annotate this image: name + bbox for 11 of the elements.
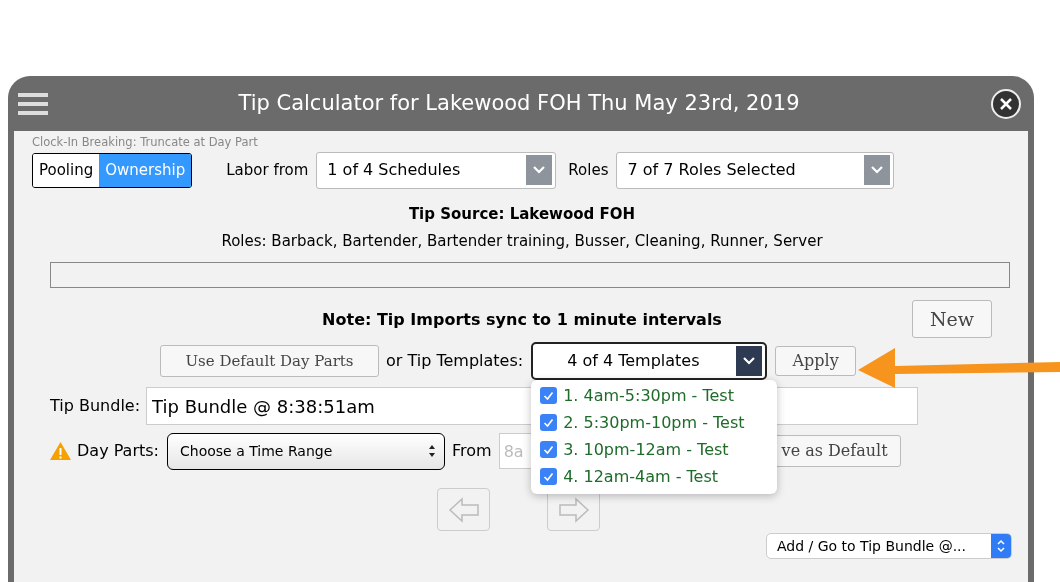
window-title: Tip Calculator for Lakewood FOH Thu May 23rd, 2019 — [238, 90, 800, 115]
roles-label: Roles — [568, 159, 609, 181]
clock-in-note: Clock-In Breaking: Truncate at Day Part — [32, 135, 259, 149]
tip-bundle-label: Tip Bundle: — [50, 395, 141, 417]
tip-source-roles: Roles: Barback, Bartender, Bartender training, Busser, Cleaning, Runner, Server — [221, 231, 823, 252]
day-parts-label: Day Parts: — [77, 440, 159, 462]
sync-note: Note: Tip Imports sync to 1 minute intervals — [322, 309, 722, 331]
from-label: From — [452, 440, 492, 462]
tip-source-title: Tip Source: Lakewood FOH — [408, 204, 636, 225]
labor-from-label: Labor from — [226, 159, 309, 181]
templates-label: or Tip Templates: — [386, 350, 524, 372]
